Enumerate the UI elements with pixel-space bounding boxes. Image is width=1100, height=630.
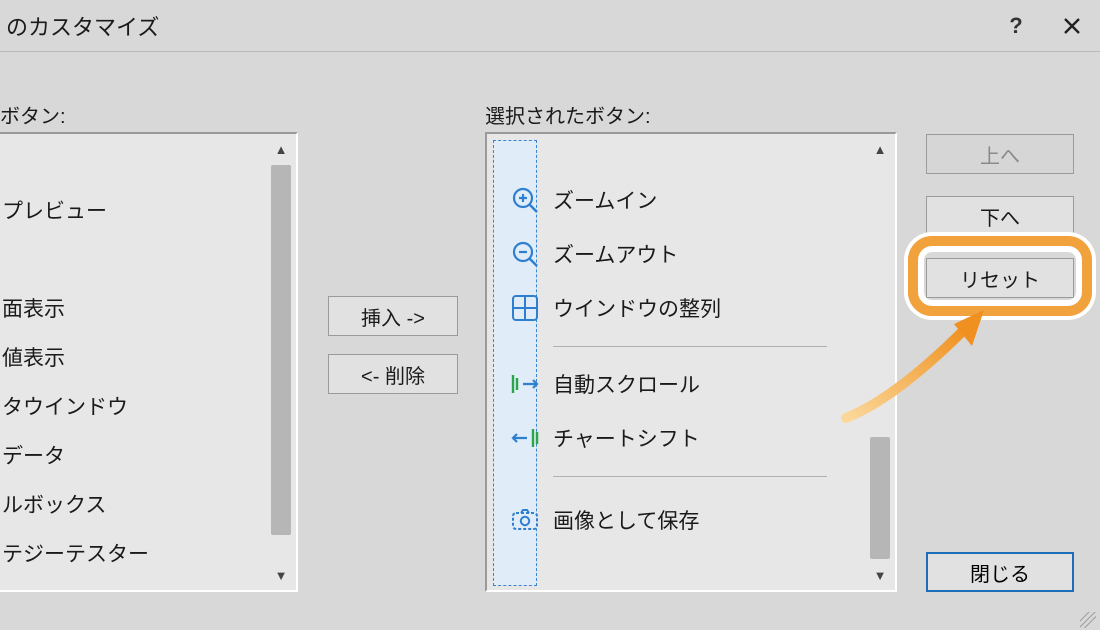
resize-grip-icon[interactable] bbox=[1080, 612, 1096, 628]
down-button[interactable]: 下へ bbox=[926, 196, 1074, 236]
list-item[interactable]: ズームアウト bbox=[497, 228, 678, 280]
up-button[interactable]: 上へ bbox=[926, 134, 1074, 174]
list-item[interactable]: ルボックス bbox=[0, 479, 268, 528]
list-item[interactable]: タウインドウ bbox=[0, 381, 268, 430]
list-item[interactable]: プレビュー bbox=[0, 185, 268, 234]
list-item[interactable]: ズームイン bbox=[497, 174, 657, 226]
scroll-up-icon[interactable]: ▲ bbox=[269, 137, 293, 161]
window-title: のカスタマイズ bbox=[6, 10, 159, 42]
insert-button[interactable]: 挿入 -> bbox=[328, 296, 458, 336]
list-item[interactable]: ウインドウの整列 bbox=[497, 282, 721, 334]
selected-listbox[interactable]: ズームイン ズームアウト ウインドウの整列 自動スクロール bbox=[485, 132, 897, 592]
close-icon[interactable] bbox=[1044, 0, 1100, 52]
remove-button[interactable]: <- 削除 bbox=[328, 354, 458, 394]
list-item[interactable]: 面表示 bbox=[0, 283, 268, 332]
camera-icon bbox=[497, 506, 553, 534]
chartshift-icon bbox=[497, 423, 553, 453]
scroll-thumb[interactable] bbox=[870, 437, 890, 559]
tile-windows-icon bbox=[497, 293, 553, 323]
titlebar: のカスタマイズ ? bbox=[0, 0, 1100, 52]
close-button[interactable]: 閉じる bbox=[926, 552, 1074, 592]
help-icon[interactable]: ? bbox=[988, 0, 1044, 52]
list-item[interactable]: 画像として保存 bbox=[497, 494, 699, 546]
reset-button[interactable]: リセット bbox=[926, 258, 1074, 298]
list-item[interactable]: テジーテスター bbox=[0, 528, 268, 577]
list-item[interactable]: 自動スクロール bbox=[497, 358, 700, 410]
available-buttons-label: ボタン: bbox=[0, 100, 66, 129]
scroll-up-icon[interactable]: ▲ bbox=[868, 137, 892, 161]
zoom-out-icon bbox=[497, 239, 553, 269]
scroll-thumb[interactable] bbox=[271, 165, 291, 535]
separator bbox=[553, 346, 827, 347]
separator bbox=[553, 476, 827, 477]
scrollbar[interactable]: ▲ ▼ bbox=[868, 137, 892, 587]
titlebar-icons: ? bbox=[988, 0, 1100, 52]
list-item[interactable]: データ bbox=[0, 430, 268, 479]
zoom-in-icon bbox=[497, 185, 553, 215]
list-item[interactable] bbox=[0, 136, 268, 185]
scroll-down-icon[interactable]: ▼ bbox=[868, 563, 892, 587]
selected-buttons-label: 選択されたボタン: bbox=[485, 100, 651, 129]
list-item[interactable]: チャートシフト bbox=[497, 412, 700, 464]
scrollbar[interactable]: ▲ ▼ bbox=[269, 137, 293, 587]
scroll-down-icon[interactable]: ▼ bbox=[269, 563, 293, 587]
available-listbox[interactable]: プレビュー 面表示 値表示 タウインドウ データ ルボックス テジーテスター ▲… bbox=[0, 132, 298, 592]
autoscroll-icon bbox=[497, 369, 553, 399]
list-item[interactable] bbox=[0, 234, 268, 283]
list-item[interactable]: 値表示 bbox=[0, 332, 268, 381]
